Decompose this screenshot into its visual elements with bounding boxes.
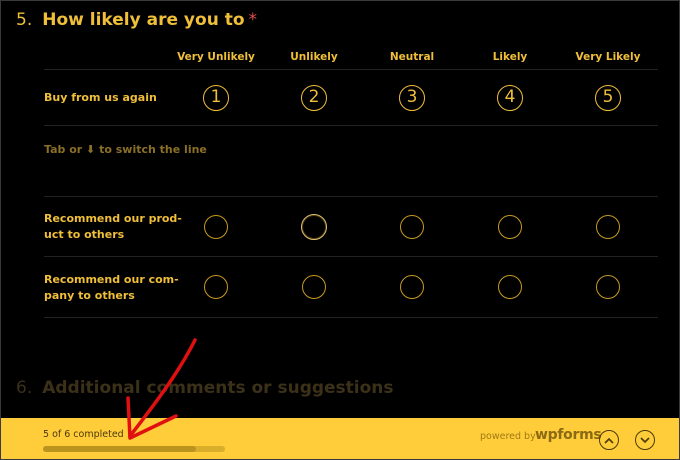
form-footer: 5 of 6 completed powered by wpforms	[1, 418, 679, 459]
radio-very-likely[interactable]	[596, 215, 620, 239]
row-label-line: uct to others	[44, 228, 125, 241]
row-label-recommend-product: Recommend our prod- uct to others	[44, 211, 182, 243]
column-header-very-unlikely: Very Unlikely	[177, 51, 255, 63]
row-divider	[44, 125, 658, 126]
row-divider	[44, 317, 658, 318]
hint-text-post: to switch the line	[99, 143, 207, 156]
chevron-down-icon	[640, 436, 650, 443]
next-question-button[interactable]	[635, 430, 655, 450]
radio-unlikely[interactable]	[301, 214, 327, 240]
row-label-line: Recommend our prod-	[44, 212, 182, 225]
row-divider	[44, 256, 658, 257]
required-mark: *	[248, 10, 258, 30]
next-question-text: Additional comments or suggestions	[42, 378, 394, 398]
row-label-line: pany to others	[44, 289, 135, 302]
next-question-number: 6.	[16, 378, 33, 398]
row-label-buy-again: Buy from us again	[44, 90, 157, 106]
rating-option-2[interactable]: 2	[301, 85, 327, 111]
rating-option-5[interactable]: 5	[595, 85, 621, 111]
rating-option-4[interactable]: 4	[497, 85, 523, 111]
radio-very-unlikely[interactable]	[204, 215, 228, 239]
column-header-very-likely: Very Likely	[575, 51, 641, 63]
column-header-neutral: Neutral	[389, 51, 435, 63]
wpforms-logo: wpforms	[535, 427, 602, 443]
radio-likely[interactable]	[498, 215, 522, 239]
radio-very-unlikely[interactable]	[204, 275, 228, 299]
keyboard-hint: Tab or ⬇ to switch the line	[44, 143, 207, 156]
rating-option-1[interactable]: 1	[203, 85, 229, 111]
radio-neutral[interactable]	[400, 215, 424, 239]
radio-unlikely[interactable]	[302, 275, 326, 299]
chevron-up-icon	[604, 437, 614, 444]
progress-bar	[43, 446, 225, 452]
next-question-title: 6. Additional comments or suggestions	[16, 378, 394, 398]
radio-neutral[interactable]	[400, 275, 424, 299]
hint-text-pre: Tab or	[44, 143, 83, 156]
form-frame: 5. How likely are you to * Very Unlikely…	[0, 0, 680, 460]
row-label-recommend-company: Recommend our com- pany to others	[44, 272, 179, 304]
question-text: How likely are you to	[42, 10, 245, 30]
row-divider	[44, 196, 658, 197]
row-divider	[44, 69, 658, 70]
previous-question-button[interactable]	[599, 430, 619, 450]
question-title: 5. How likely are you to *	[16, 10, 257, 30]
radio-likely[interactable]	[498, 275, 522, 299]
question-number: 5.	[16, 10, 33, 30]
row-label-line: Buy from us again	[44, 91, 157, 104]
radio-very-likely[interactable]	[596, 275, 620, 299]
arrow-down-icon: ⬇	[86, 143, 96, 156]
column-header-likely: Likely	[492, 51, 528, 63]
progress-text: 5 of 6 completed	[43, 429, 124, 440]
rating-option-3[interactable]: 3	[399, 85, 425, 111]
row-label-line: Recommend our com-	[44, 273, 179, 286]
powered-by-text: powered by	[480, 431, 536, 442]
column-header-unlikely: Unlikely	[290, 51, 338, 63]
progress-fill	[43, 446, 196, 452]
